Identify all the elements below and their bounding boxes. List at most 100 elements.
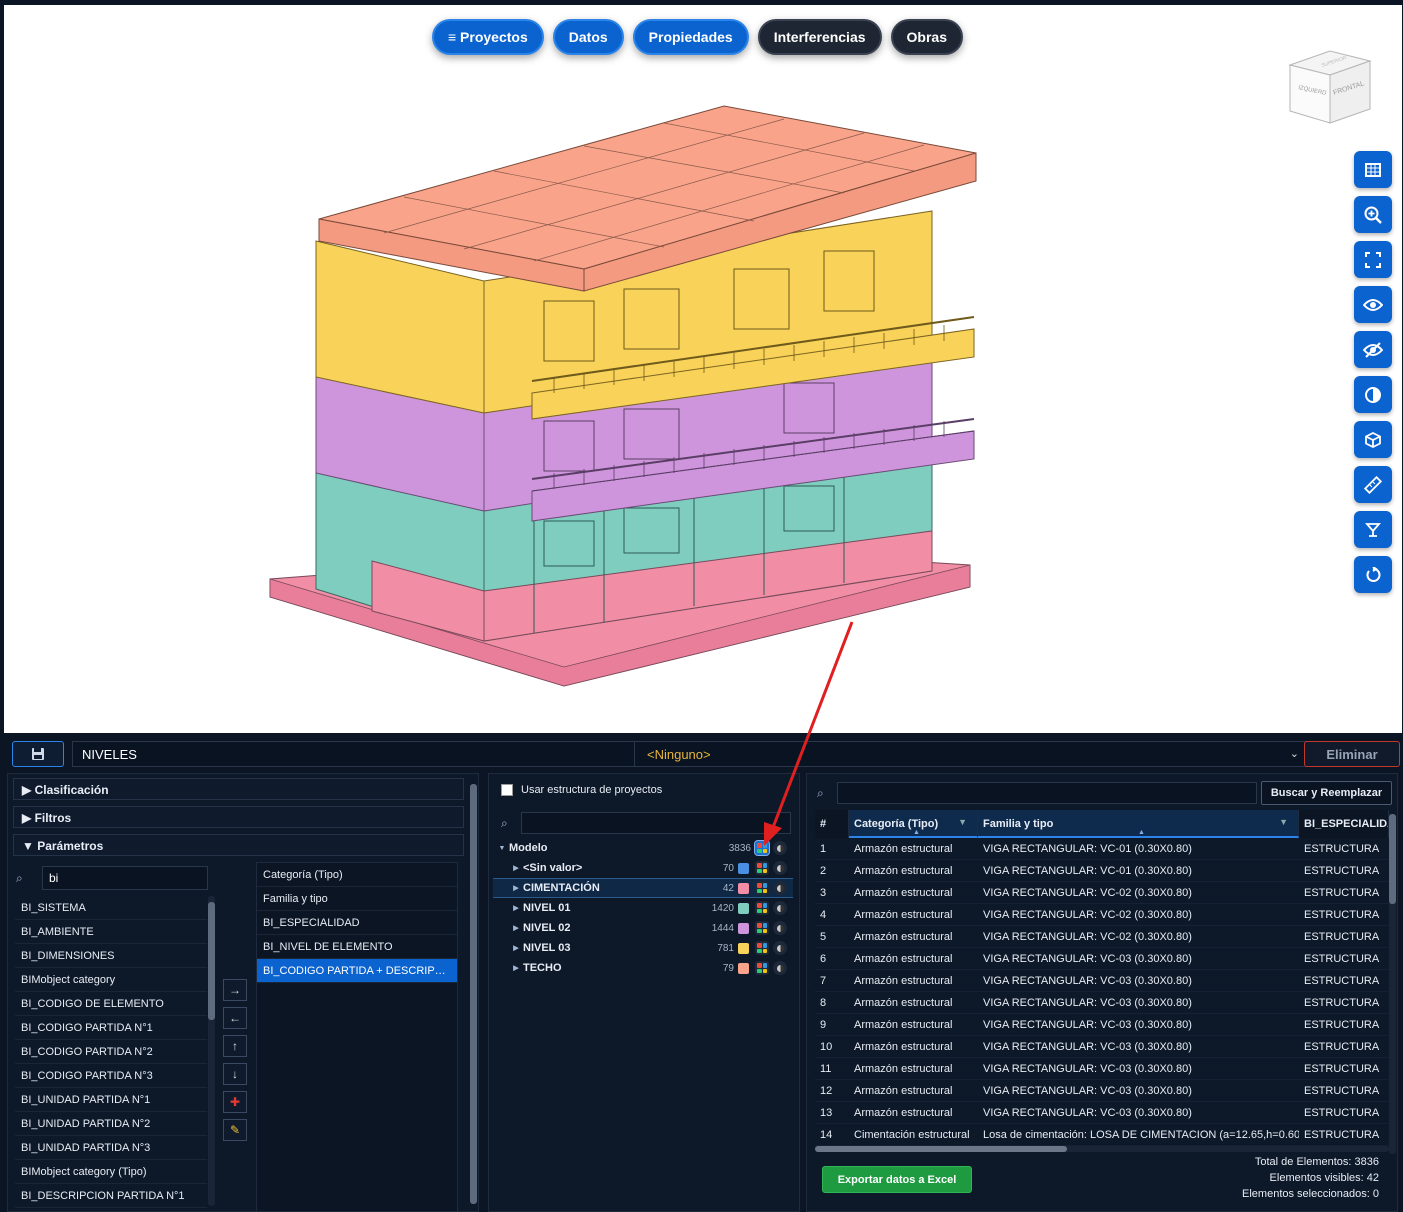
nav-button-0[interactable]: ≡ Proyectos [432,19,544,55]
tree-row[interactable]: ▶ CIMENTACIÓN 42 [493,878,793,898]
table-vscrollbar[interactable] [1389,814,1396,1154]
selected-param-item[interactable]: BI_ESPECIALIDAD [257,911,457,935]
selected-param-item[interactable]: Categoría (Tipo) [257,863,457,887]
expand-icon[interactable]: ▶ [509,904,523,912]
accordion-filtros[interactable]: ▶ Filtros [13,806,464,828]
param-item[interactable]: BIMobject category [15,968,207,992]
palette-icon[interactable] [755,881,769,895]
expand-icon[interactable]: ▶ [509,864,523,872]
palette-icon[interactable] [755,901,769,915]
contrast-icon[interactable] [773,861,787,875]
grid-icon[interactable] [1354,151,1392,188]
param-item[interactable]: BI_CODIGO DE ELEMENTO [15,992,207,1016]
tree-row[interactable]: ▶ NIVEL 03 781 [493,938,793,958]
table-row[interactable]: 6 Armazón estructural VIGA RECTANGULAR: VC… [815,948,1389,970]
param-item[interactable]: BI_UNIDAD PARTIDA N°1 [15,1088,207,1112]
contrast-icon[interactable] [1354,376,1392,413]
view-cube[interactable]: IZQUIERD FRONTAL SUPERIOR [1284,39,1372,129]
palette-icon[interactable] [754,840,770,856]
reset-icon[interactable] [1354,556,1392,593]
table-row[interactable]: 11 Armazón estructural VIGA RECTANGULAR: V… [815,1058,1389,1080]
table-row[interactable]: 4 Armazón estructural VIGA RECTANGULAR: VC… [815,904,1389,926]
contrast-icon[interactable] [773,921,787,935]
table-row[interactable]: 2 Armazón estructural VIGA RECTANGULAR: VC… [815,860,1389,882]
table-row[interactable]: 12 Armazón estructural VIGA RECTANGULAR: V… [815,1080,1389,1102]
contrast-icon[interactable] [773,901,787,915]
selected-param-item[interactable]: BI_CODIGO PARTIDA + DESCRIPCIO... [257,959,457,983]
palette-icon[interactable] [755,921,769,935]
param-item[interactable]: BI_DIMENSIONES [15,944,207,968]
palette-icon[interactable] [755,961,769,975]
eye-icon[interactable] [1354,286,1392,323]
col-header-especialidad[interactable]: BI_ESPECIALIDAD [1299,810,1389,838]
expand-icon[interactable]: ▶ [509,884,523,892]
nav-button-1[interactable]: Datos [552,19,624,55]
color-swatch[interactable] [738,962,749,974]
table-row[interactable]: 10 Armazón estructural VIGA RECTANGULAR: V… [815,1036,1389,1058]
table-search-input[interactable] [837,782,1257,804]
table-row[interactable]: 13 Armazón estructural VIGA RECTANGULAR: V… [815,1102,1389,1124]
palette-icon[interactable] [755,941,769,955]
expand-icon[interactable]: ▶ [509,944,523,952]
save-button[interactable] [12,741,64,767]
eye-off-icon[interactable] [1354,331,1392,368]
contrast-icon[interactable] [773,841,787,855]
table-row[interactable]: 7 Armazón estructural VIGA RECTANGULAR: VC… [815,970,1389,992]
filter-glass-icon[interactable] [1354,511,1392,548]
panel-scrollbar[interactable] [470,784,477,1204]
preset-select[interactable]: <Ninguno> ⌄ [634,741,1308,767]
expand-icon[interactable]: ▶ [509,964,523,972]
param-item[interactable]: BIMobject category (Tipo) [15,1160,207,1184]
3d-viewer[interactable]: ≡ Proyectos Datos Propiedades Interferencia… [4,5,1402,733]
export-excel-button[interactable]: Exportar datos a Excel [822,1166,972,1193]
move-right-button[interactable]: → [223,979,247,1001]
selected-param-item[interactable]: Familia y tipo [257,887,457,911]
param-item[interactable]: BI_UNIDAD PARTIDA N°3 [15,1136,207,1160]
table-hscrollbar[interactable] [815,1146,1389,1152]
param-item[interactable]: BI_CODIGO PARTIDA N°2 [15,1040,207,1064]
edit-button[interactable]: ✎ [223,1119,247,1141]
fit-view-icon[interactable] [1354,241,1392,278]
param-item[interactable]: BI_SISTEMA [15,896,207,920]
delete-button[interactable]: Eliminar [1304,741,1400,767]
contrast-icon[interactable] [773,941,787,955]
use-project-structure[interactable]: Usar estructura de proyectos [501,784,662,796]
tree-row[interactable]: ▶ NIVEL 02 1444 [493,918,793,938]
expand-icon[interactable]: ▶ [509,924,523,932]
palette-icon[interactable] [755,861,769,875]
filter-name-input[interactable]: NIVELES [72,741,636,767]
color-swatch[interactable] [738,922,749,934]
find-replace-button[interactable]: Buscar y Reemplazar [1261,781,1392,805]
col-header-familia[interactable]: Familia y tipo ▼ ▲ [978,810,1299,838]
table-row[interactable]: 14 Cimentación estructural Losa de cimenta… [815,1124,1389,1146]
accordion-clasificacion[interactable]: ▶ Clasificación [13,778,464,800]
table-row[interactable]: 1 Armazón estructural VIGA RECTANGULAR: VC… [815,838,1389,860]
table-row[interactable]: 5 Armazón estructural VIGA RECTANGULAR: VC… [815,926,1389,948]
move-down-button[interactable]: ↓ [223,1063,247,1085]
nav-button-4[interactable]: Obras [890,19,963,55]
param-item[interactable]: BI_CODIGO PARTIDA N°3 [15,1064,207,1088]
table-row[interactable]: 9 Armazón estructural VIGA RECTANGULAR: VC… [815,1014,1389,1036]
color-swatch[interactable] [738,862,749,874]
tree-search-input[interactable] [521,812,791,834]
filter-icon[interactable]: ▼ [958,817,967,827]
building-model[interactable] [264,101,984,711]
param-search-input[interactable]: bi [42,866,208,890]
nav-button-3[interactable]: Interferencias [757,19,882,55]
contrast-icon[interactable] [773,881,787,895]
selected-param-item[interactable]: BI_NIVEL DE ELEMENTO [257,935,457,959]
zoom-in-icon[interactable] [1354,196,1392,233]
checkbox[interactable] [501,784,513,796]
params-scrollbar[interactable] [208,896,215,1206]
param-item[interactable]: BI_AMBIENTE [15,920,207,944]
color-swatch[interactable] [738,942,749,954]
param-item[interactable]: BI_UNIDAD PARTIDA N°2 [15,1112,207,1136]
color-swatch[interactable] [738,882,749,894]
add-button[interactable]: ✚ [223,1091,247,1113]
nav-button-2[interactable]: Propiedades [632,19,749,55]
expand-icon[interactable]: ▼ [495,845,509,852]
param-item[interactable]: BI_CODIGO PARTIDA N°1 [15,1016,207,1040]
tree-row[interactable]: ▶ NIVEL 01 1420 [493,898,793,918]
move-up-button[interactable]: ↑ [223,1035,247,1057]
tree-row[interactable]: ▼ Modelo 3836 [493,838,793,858]
